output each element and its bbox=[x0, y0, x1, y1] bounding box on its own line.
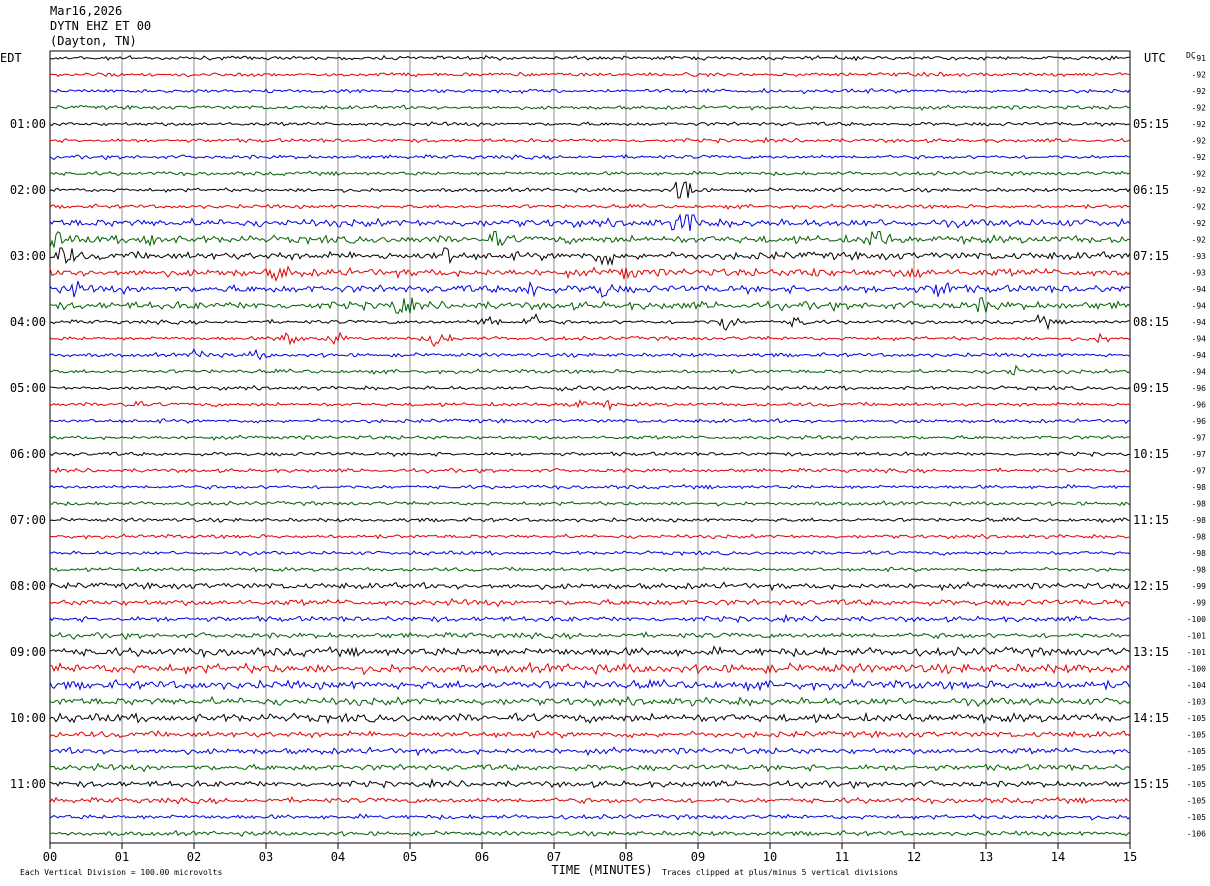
x-tick-label: 15 bbox=[1123, 850, 1137, 864]
x-tick-label: 03 bbox=[259, 850, 273, 864]
dc-offset-label: -98 bbox=[1192, 566, 1207, 575]
dc-offset-label: -98 bbox=[1192, 516, 1207, 525]
dc-offset-label: -96 bbox=[1192, 384, 1207, 393]
edt-hour-label: 07:00 bbox=[10, 513, 46, 527]
dc-offset-label: -99 bbox=[1192, 582, 1207, 591]
x-axis-title: TIME (MINUTES) bbox=[551, 863, 652, 877]
x-tick-label: 08 bbox=[619, 850, 633, 864]
x-tick-label: 12 bbox=[907, 850, 921, 864]
dc-offset-label: -92 bbox=[1192, 104, 1207, 113]
x-tick-label: 02 bbox=[187, 850, 201, 864]
dc-offset-label: -101 bbox=[1187, 648, 1206, 657]
utc-hour-label: 14:15 bbox=[1133, 711, 1169, 725]
edt-hour-labels: 01:00 02:00 03:00 04:00 05:00 06:00 07:00 08:00… bbox=[10, 117, 46, 791]
x-tick-label: 10 bbox=[763, 850, 777, 864]
dc-offset-label: -93 bbox=[1192, 269, 1207, 278]
dc-offset-label: -92 bbox=[1192, 236, 1207, 245]
dc-offset-label: -92 bbox=[1192, 186, 1207, 195]
dc-offset-label: -93 bbox=[1192, 252, 1207, 261]
dc-offset-label: -105 bbox=[1187, 813, 1206, 822]
edt-hour-label: 02:00 bbox=[10, 183, 46, 197]
dc-offset-label: -94 bbox=[1192, 351, 1207, 360]
dc-offset-label: -100 bbox=[1187, 615, 1206, 624]
x-tick-label: 11 bbox=[835, 850, 849, 864]
dc-offset-label: -97 bbox=[1192, 434, 1207, 443]
x-tick-label: 04 bbox=[331, 850, 345, 864]
dc-offset-label: -92 bbox=[1192, 153, 1207, 162]
dc-offset-label: -94 bbox=[1192, 302, 1207, 311]
vertical-division-note: Each Vertical Division = 100.00 microvol… bbox=[20, 868, 222, 877]
utc-hour-label: 05:15 bbox=[1133, 117, 1169, 131]
dc-offset-label: -92 bbox=[1192, 203, 1207, 212]
utc-hour-label: 13:15 bbox=[1133, 645, 1169, 659]
dc-offset-label: -98 bbox=[1192, 549, 1207, 558]
dc-offset-label: -96 bbox=[1192, 401, 1207, 410]
dc-offset-label: -96 bbox=[1192, 417, 1207, 426]
helicorder-chart: 00 01 02 03 04 05 06 07 08 09 10 11 12 13 14 15 01:00 02… bbox=[0, 50, 1206, 877]
utc-hour-label: 07:15 bbox=[1133, 249, 1169, 263]
clipping-note: Traces clipped at plus/minus 5 vertical … bbox=[662, 868, 898, 877]
x-tick-label: 13 bbox=[979, 850, 993, 864]
dc-offset-label: -105 bbox=[1187, 731, 1206, 740]
dc-offset-label: -94 bbox=[1192, 335, 1207, 344]
dc-offset-label: -97 bbox=[1192, 467, 1207, 476]
dc-offset-label: -98 bbox=[1192, 483, 1207, 492]
edt-axis-label: EDT bbox=[0, 51, 22, 65]
dc-header-label: DC bbox=[1186, 51, 1196, 60]
dc-offset-label: -92 bbox=[1192, 71, 1207, 80]
utc-hour-label: 10:15 bbox=[1133, 447, 1169, 461]
x-axis: 00 01 02 03 04 05 06 07 08 09 10 11 12 13 14 15 bbox=[43, 843, 1137, 864]
dc-offset-label: -99 bbox=[1192, 599, 1207, 608]
edt-hour-label: 05:00 bbox=[10, 381, 46, 395]
utc-hour-label: 15:15 bbox=[1133, 777, 1169, 791]
dc-offset-label: -98 bbox=[1192, 533, 1207, 542]
edt-hour-label: 11:00 bbox=[10, 777, 46, 791]
utc-hour-label: 11:15 bbox=[1133, 513, 1169, 527]
edt-hour-label: 03:00 bbox=[10, 249, 46, 263]
edt-hour-label: 01:00 bbox=[10, 117, 46, 131]
dc-offset-label: -104 bbox=[1187, 681, 1206, 690]
x-tick-label: 09 bbox=[691, 850, 705, 864]
dc-offset-label: -94 bbox=[1192, 285, 1207, 294]
dc-offset-label: -92 bbox=[1192, 219, 1207, 228]
utc-hour-label: 12:15 bbox=[1133, 579, 1169, 593]
edt-hour-label: 06:00 bbox=[10, 447, 46, 461]
dc-offset-label: -105 bbox=[1187, 764, 1206, 773]
x-tick-label: 05 bbox=[403, 850, 417, 864]
dc-offset-label: -92 bbox=[1192, 170, 1207, 179]
dc-offset-label: -92 bbox=[1192, 87, 1207, 96]
x-tick-label: 07 bbox=[547, 850, 561, 864]
utc-hour-label: 09:15 bbox=[1133, 381, 1169, 395]
dc-offset-label: -105 bbox=[1187, 747, 1206, 756]
dc-offset-label: -101 bbox=[1187, 632, 1206, 641]
edt-hour-label: 04:00 bbox=[10, 315, 46, 329]
dc-offset-label: -105 bbox=[1187, 780, 1206, 789]
dc-offset-label: -105 bbox=[1187, 797, 1206, 806]
dc-offset-labels: -91-92-92-92-92-92-92-92-92-92-92-92-93-… bbox=[1187, 54, 1206, 839]
utc-hour-label: 06:15 bbox=[1133, 183, 1169, 197]
edt-hour-label: 09:00 bbox=[10, 645, 46, 659]
utc-hour-labels: 05:15 06:15 07:15 08:15 09:15 10:15 11:15 12:15… bbox=[1133, 117, 1169, 791]
edt-hour-label: 08:00 bbox=[10, 579, 46, 593]
dc-offset-label: -97 bbox=[1192, 450, 1207, 459]
utc-axis-label: UTC bbox=[1144, 51, 1166, 65]
x-tick-label: 14 bbox=[1051, 850, 1065, 864]
dc-offset-label: -94 bbox=[1192, 368, 1207, 377]
dc-offset-label: -100 bbox=[1187, 665, 1206, 674]
edt-hour-label: 10:00 bbox=[10, 711, 46, 725]
dc-offset-label: -98 bbox=[1192, 500, 1207, 509]
dc-offset-label: -92 bbox=[1192, 137, 1207, 146]
x-tick-label: 01 bbox=[115, 850, 129, 864]
dc-offset-label: -94 bbox=[1192, 318, 1207, 327]
x-tick-label: 00 bbox=[43, 850, 57, 864]
plot-frame bbox=[49, 50, 1131, 844]
x-tick-label: 06 bbox=[475, 850, 489, 864]
dc-offset-label: -106 bbox=[1187, 830, 1206, 839]
dc-offset-label: -103 bbox=[1187, 698, 1206, 707]
dc-offset-label: -92 bbox=[1192, 120, 1207, 129]
dc-offset-label: -105 bbox=[1187, 714, 1206, 723]
utc-hour-label: 08:15 bbox=[1133, 315, 1169, 329]
